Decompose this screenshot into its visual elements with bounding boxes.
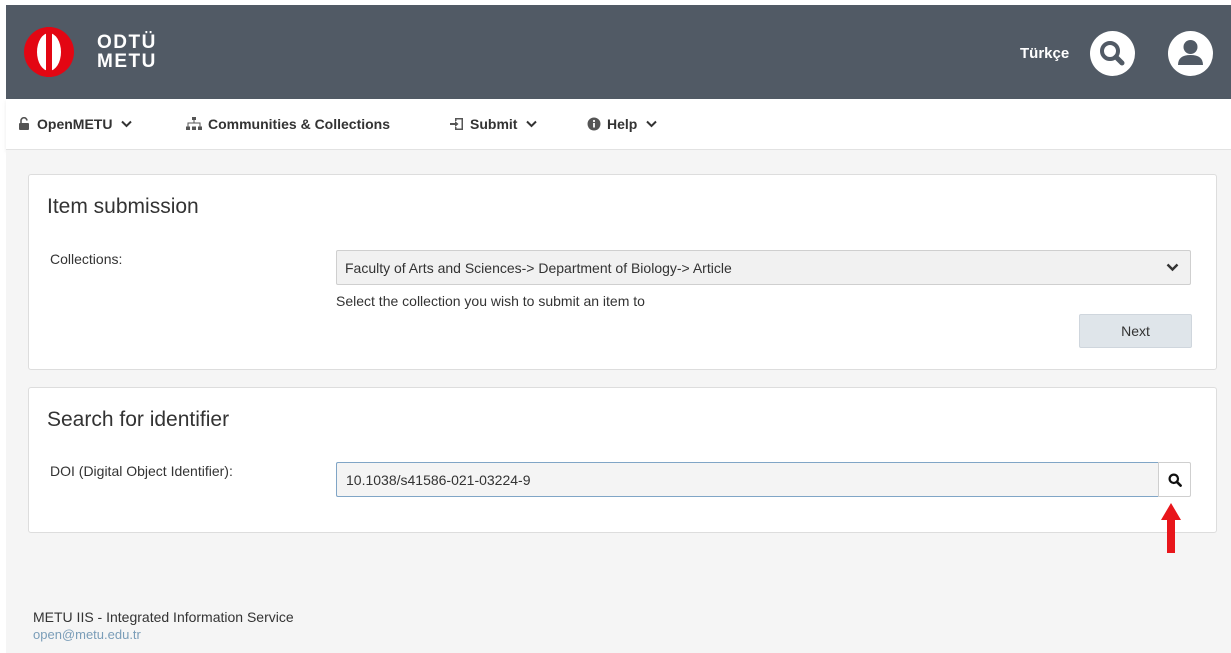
submit-icon xyxy=(450,117,464,131)
main-navbar: OpenMETU Communities & Collections Submi… xyxy=(6,99,1231,150)
item-submission-title: Item submission xyxy=(47,195,199,218)
header-bar: ODTÜ METU Türkçe xyxy=(6,5,1231,99)
chevron-down-icon xyxy=(121,120,133,128)
red-arrow-annotation xyxy=(1161,503,1181,553)
metu-logo[interactable] xyxy=(24,27,74,77)
nav-communities[interactable]: Communities & Collections xyxy=(186,116,390,132)
chevron-down-icon xyxy=(1166,263,1179,272)
search-identifier-title: Search for identifier xyxy=(47,408,230,431)
chevron-down-icon xyxy=(646,120,658,128)
footer-title: METU IIS - Integrated Information Servic… xyxy=(33,609,294,625)
nav-help-label: Help xyxy=(607,116,638,132)
user-icon xyxy=(1178,40,1203,65)
nav-openmetu[interactable]: OpenMETU xyxy=(17,116,133,132)
logo-text[interactable]: ODTÜ METU xyxy=(97,33,157,71)
info-circle-icon xyxy=(587,117,601,131)
collection-select-value: Faculty of Arts and Sciences-> Departmen… xyxy=(345,260,732,276)
main-content: Item submission Collections: Faculty of … xyxy=(6,150,1231,653)
nav-communities-label: Communities & Collections xyxy=(208,116,391,132)
user-menu-button[interactable] xyxy=(1168,31,1213,76)
collection-help-text: Select the collection you wish to submit… xyxy=(336,293,645,309)
language-switch[interactable]: Türkçe xyxy=(1020,45,1069,62)
doi-search-button[interactable] xyxy=(1158,462,1191,497)
search-icon xyxy=(1100,41,1125,66)
logo-line-odtu: ODTÜ xyxy=(97,32,157,53)
nav-help[interactable]: Help xyxy=(587,116,658,132)
search-identifier-panel: Search for identifier DOI (Digital Objec… xyxy=(28,387,1217,533)
logo-line-metu: METU xyxy=(97,51,157,72)
search-icon xyxy=(1168,473,1182,487)
doi-input[interactable] xyxy=(336,462,1158,497)
unlock-icon xyxy=(17,117,31,131)
nav-submit-label: Submit xyxy=(470,116,518,132)
chevron-down-icon xyxy=(526,120,538,128)
collection-select[interactable]: Faculty of Arts and Sciences-> Departmen… xyxy=(336,250,1191,285)
item-submission-panel: Item submission Collections: Faculty of … xyxy=(28,174,1217,370)
footer-email-link[interactable]: open@metu.edu.tr xyxy=(33,627,141,642)
sitemap-icon xyxy=(186,117,202,131)
nav-submit[interactable]: Submit xyxy=(450,116,538,132)
next-button[interactable]: Next xyxy=(1079,314,1192,348)
collections-label: Collections: xyxy=(50,251,123,267)
header-search-button[interactable] xyxy=(1090,31,1135,76)
doi-label: DOI (Digital Object Identifier): xyxy=(50,463,233,479)
nav-openmetu-label: OpenMETU xyxy=(37,116,113,132)
